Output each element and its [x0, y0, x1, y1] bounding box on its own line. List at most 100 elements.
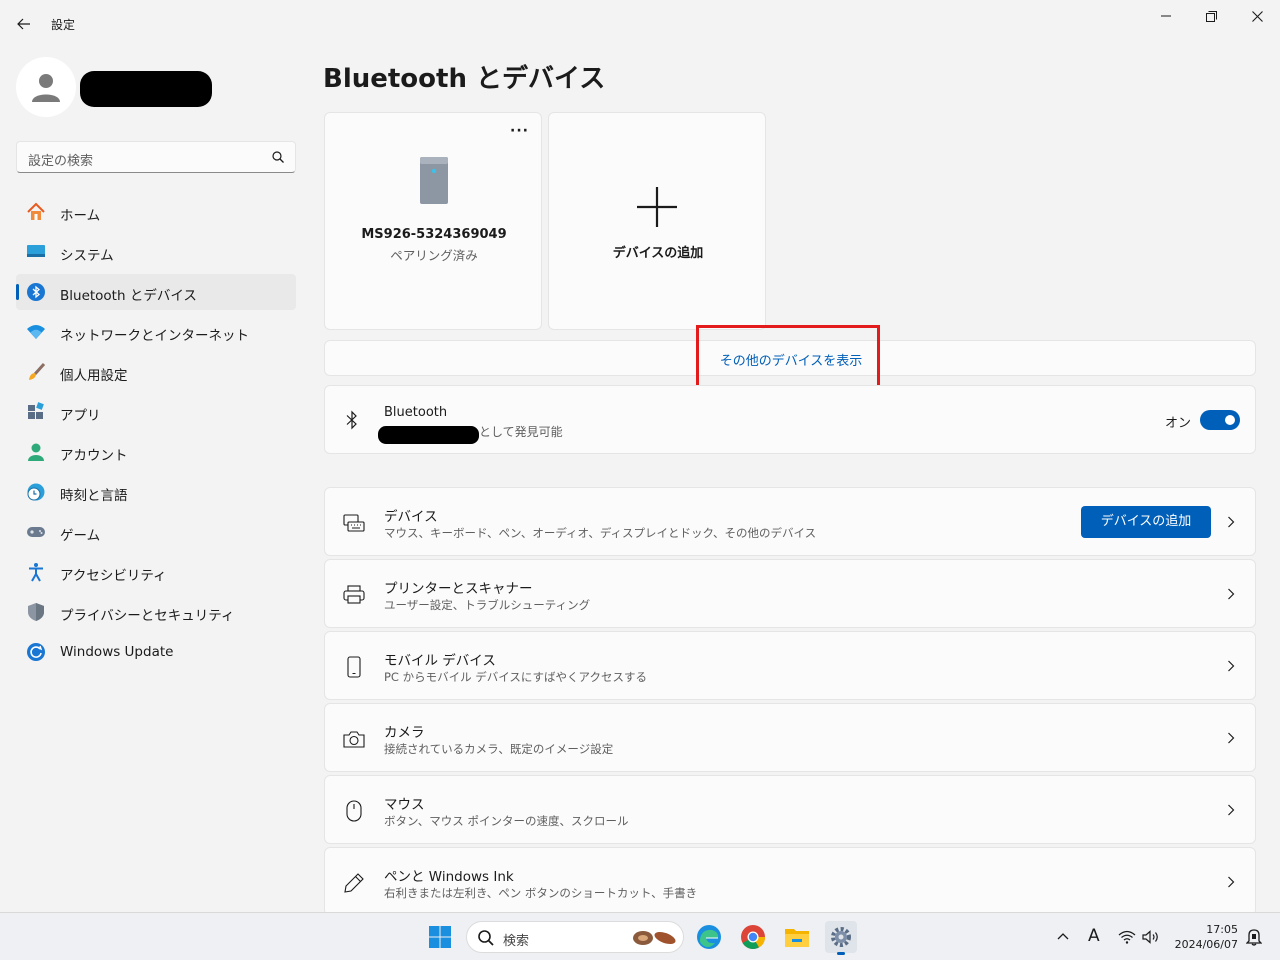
edge-browser-button[interactable]: [693, 921, 725, 953]
brush-icon: [26, 362, 46, 382]
sidebar-item-gaming[interactable]: ゲーム: [16, 514, 296, 550]
phone-icon: [343, 656, 365, 678]
printer-icon: [343, 584, 365, 606]
category-subtitle: 接続されているカメラ、既定のイメージ設定: [384, 742, 614, 756]
redacted-device-name: [378, 426, 479, 444]
category-mobile-devices[interactable]: モバイル デバイス PC からモバイル デバイスにすばやくアクセスする: [324, 631, 1256, 700]
bluetooth-discoverable-text: として発見可能: [479, 425, 563, 439]
sidebar-item-bluetooth-devices[interactable]: Bluetooth とデバイス: [16, 274, 296, 310]
mouse-icon: [343, 800, 365, 822]
category-title: デバイス: [384, 509, 438, 525]
category-pen-windows-ink[interactable]: ペンと Windows Ink 右利きまたは左利き、ペン ボタンのショートカット…: [324, 847, 1256, 916]
category-title: プリンターとスキャナー: [384, 581, 533, 597]
gamepad-icon: [26, 522, 46, 542]
sidebar-item-windows-update[interactable]: Windows Update: [16, 634, 296, 670]
sidebar-item-accessibility[interactable]: アクセシビリティ: [16, 554, 296, 590]
category-subtitle: ユーザー設定、トラブルシューティング: [384, 598, 591, 612]
restore-button[interactable]: [1188, 0, 1234, 32]
monitor-icon: [26, 242, 46, 262]
sidebar-item-apps[interactable]: アプリ: [16, 394, 296, 430]
desktop-tower-icon: [420, 157, 448, 204]
more-options-button[interactable]: ···: [510, 123, 529, 139]
category-subtitle: マウス、キーボード、ペン、オーディオ、ディスプレイとドック、その他のデバイス: [384, 526, 817, 540]
bluetooth-icon: [26, 282, 46, 302]
keyboard-icon: [343, 512, 365, 534]
chevron-right-icon: [1228, 516, 1235, 528]
chrome-browser-button[interactable]: [737, 921, 769, 953]
device-card[interactable]: ··· MS926-5324369049 ペアリング済み: [324, 112, 542, 330]
taskbar-search-placeholder: 検索: [503, 934, 530, 949]
redacted-user-name: [80, 71, 212, 107]
back-button[interactable]: [12, 12, 36, 36]
folder-icon: [785, 929, 809, 947]
wifi-icon: [26, 322, 46, 342]
app-title: 設定: [51, 18, 76, 32]
minimize-button[interactable]: [1143, 0, 1189, 32]
start-button[interactable]: [424, 921, 456, 953]
accessibility-icon: [26, 562, 46, 582]
settings-taskbar-button[interactable]: [825, 921, 857, 955]
file-explorer-button[interactable]: [781, 921, 813, 953]
search-highlight-icon: [633, 931, 676, 945]
clock-date: 2024/06/07: [1174, 938, 1238, 951]
settings-search-input[interactable]: 設定の検索: [16, 141, 296, 173]
sidebar-item-personalization[interactable]: 個人用設定: [16, 354, 296, 390]
sidebar-item-time-language[interactable]: 時刻と言語: [16, 474, 296, 510]
category-devices[interactable]: デバイス マウス、キーボード、ペン、オーディオ、ディスプレイとドック、その他のデ…: [324, 487, 1256, 556]
category-title: ペンと Windows Ink: [384, 869, 514, 885]
device-status: ペアリング済み: [390, 248, 478, 263]
taskbar-search[interactable]: 検索: [466, 921, 684, 953]
clock-globe-icon: [26, 482, 46, 502]
chevron-right-icon: [1228, 588, 1235, 600]
windows-logo-icon: [429, 926, 451, 948]
sidebar-item-system[interactable]: システム: [16, 234, 296, 270]
search-icon: [272, 151, 284, 163]
shield-icon: [26, 602, 46, 622]
bluetooth-state-label: オン: [1165, 416, 1192, 431]
sidebar-nav: ホーム システム Bluetooth とデバイス ネットワークとインターネット …: [16, 194, 296, 674]
bluetooth-title: Bluetooth: [384, 405, 448, 420]
sidebar-item-accounts[interactable]: アカウント: [16, 434, 296, 470]
minimize-icon: [1161, 15, 1171, 17]
person-icon: [32, 74, 60, 102]
category-mouse[interactable]: マウス ボタン、マウス ポインターの速度、スクロール: [324, 775, 1256, 844]
bluetooth-icon: [346, 410, 357, 430]
category-printers[interactable]: プリンターとスキャナー ユーザー設定、トラブルシューティング: [324, 559, 1256, 628]
bluetooth-toggle[interactable]: [1200, 410, 1240, 430]
chevron-right-icon: [1228, 660, 1235, 672]
user-profile[interactable]: [16, 57, 296, 117]
bluetooth-row: Bluetooth として発見可能 オン: [324, 385, 1256, 454]
home-icon: [26, 202, 46, 222]
ime-indicator[interactable]: A: [1088, 926, 1100, 946]
close-icon: [1251, 10, 1263, 22]
add-device-button[interactable]: デバイスの追加: [1081, 506, 1211, 538]
sidebar-item-privacy-security[interactable]: プライバシーとセキュリティ: [16, 594, 296, 630]
category-subtitle: 右利きまたは左利き、ペン ボタンのショートカット、手書き: [384, 886, 698, 900]
restore-icon: [1205, 10, 1217, 22]
chevron-right-icon: [1228, 876, 1235, 888]
chevron-right-icon: [1228, 804, 1235, 816]
update-icon: [26, 642, 46, 662]
clock-time: 17:05: [1206, 923, 1238, 936]
gear-icon: [831, 927, 851, 947]
wifi-tray-icon[interactable]: [1118, 930, 1136, 944]
arrow-left-icon: [17, 18, 30, 30]
clock[interactable]: 17:05 2024/06/07: [1175, 922, 1238, 952]
camera-icon: [343, 728, 365, 750]
add-device-card[interactable]: デバイスの追加: [548, 112, 766, 330]
category-title: カメラ: [384, 725, 425, 741]
search-icon: [478, 930, 494, 946]
notification-icon[interactable]: [1246, 928, 1262, 946]
volume-icon[interactable]: [1142, 930, 1160, 944]
search-placeholder: 設定の検索: [28, 154, 94, 169]
sidebar-item-home[interactable]: ホーム: [16, 194, 296, 230]
chevron-up-icon[interactable]: [1057, 932, 1069, 940]
title-bar: 設定: [0, 0, 1280, 48]
sidebar-item-network[interactable]: ネットワークとインターネット: [16, 314, 296, 350]
avatar: [16, 57, 76, 117]
category-title: モバイル デバイス: [384, 653, 496, 669]
chrome-icon: [741, 925, 765, 950]
category-camera[interactable]: カメラ 接続されているカメラ、既定のイメージ設定: [324, 703, 1256, 772]
close-button[interactable]: [1234, 0, 1280, 32]
edge-icon: [697, 925, 721, 949]
